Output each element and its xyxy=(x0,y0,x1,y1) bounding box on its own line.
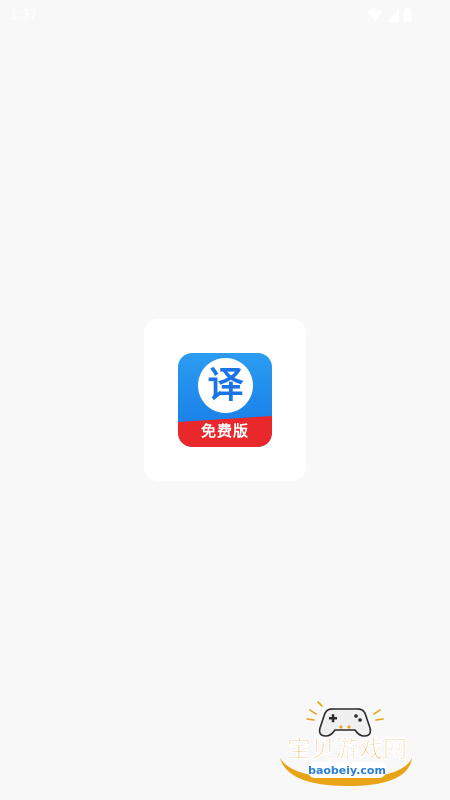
watermark-title: 宝贝游戏网 xyxy=(287,735,407,763)
gamepad-icon xyxy=(306,701,384,737)
watermark-url: baobeiy.com xyxy=(308,764,386,777)
status-bar: 1:37 xyxy=(0,0,450,32)
status-icons xyxy=(367,8,412,22)
app-logo: 译 免费版 xyxy=(178,353,272,447)
logo-ribbon: 免费版 xyxy=(178,416,272,447)
logo-glyph: 译 xyxy=(207,365,244,406)
wifi-icon xyxy=(367,9,383,21)
logo-circle: 译 xyxy=(198,358,253,413)
splash-card: 译 免费版 xyxy=(144,319,306,481)
status-time: 1:37 xyxy=(10,6,38,22)
signal-icon xyxy=(387,8,399,22)
logo-ribbon-text: 免费版 xyxy=(200,422,249,440)
battery-icon xyxy=(403,8,412,22)
watermark: 宝贝游戏网 baobeiy.com xyxy=(262,700,432,794)
